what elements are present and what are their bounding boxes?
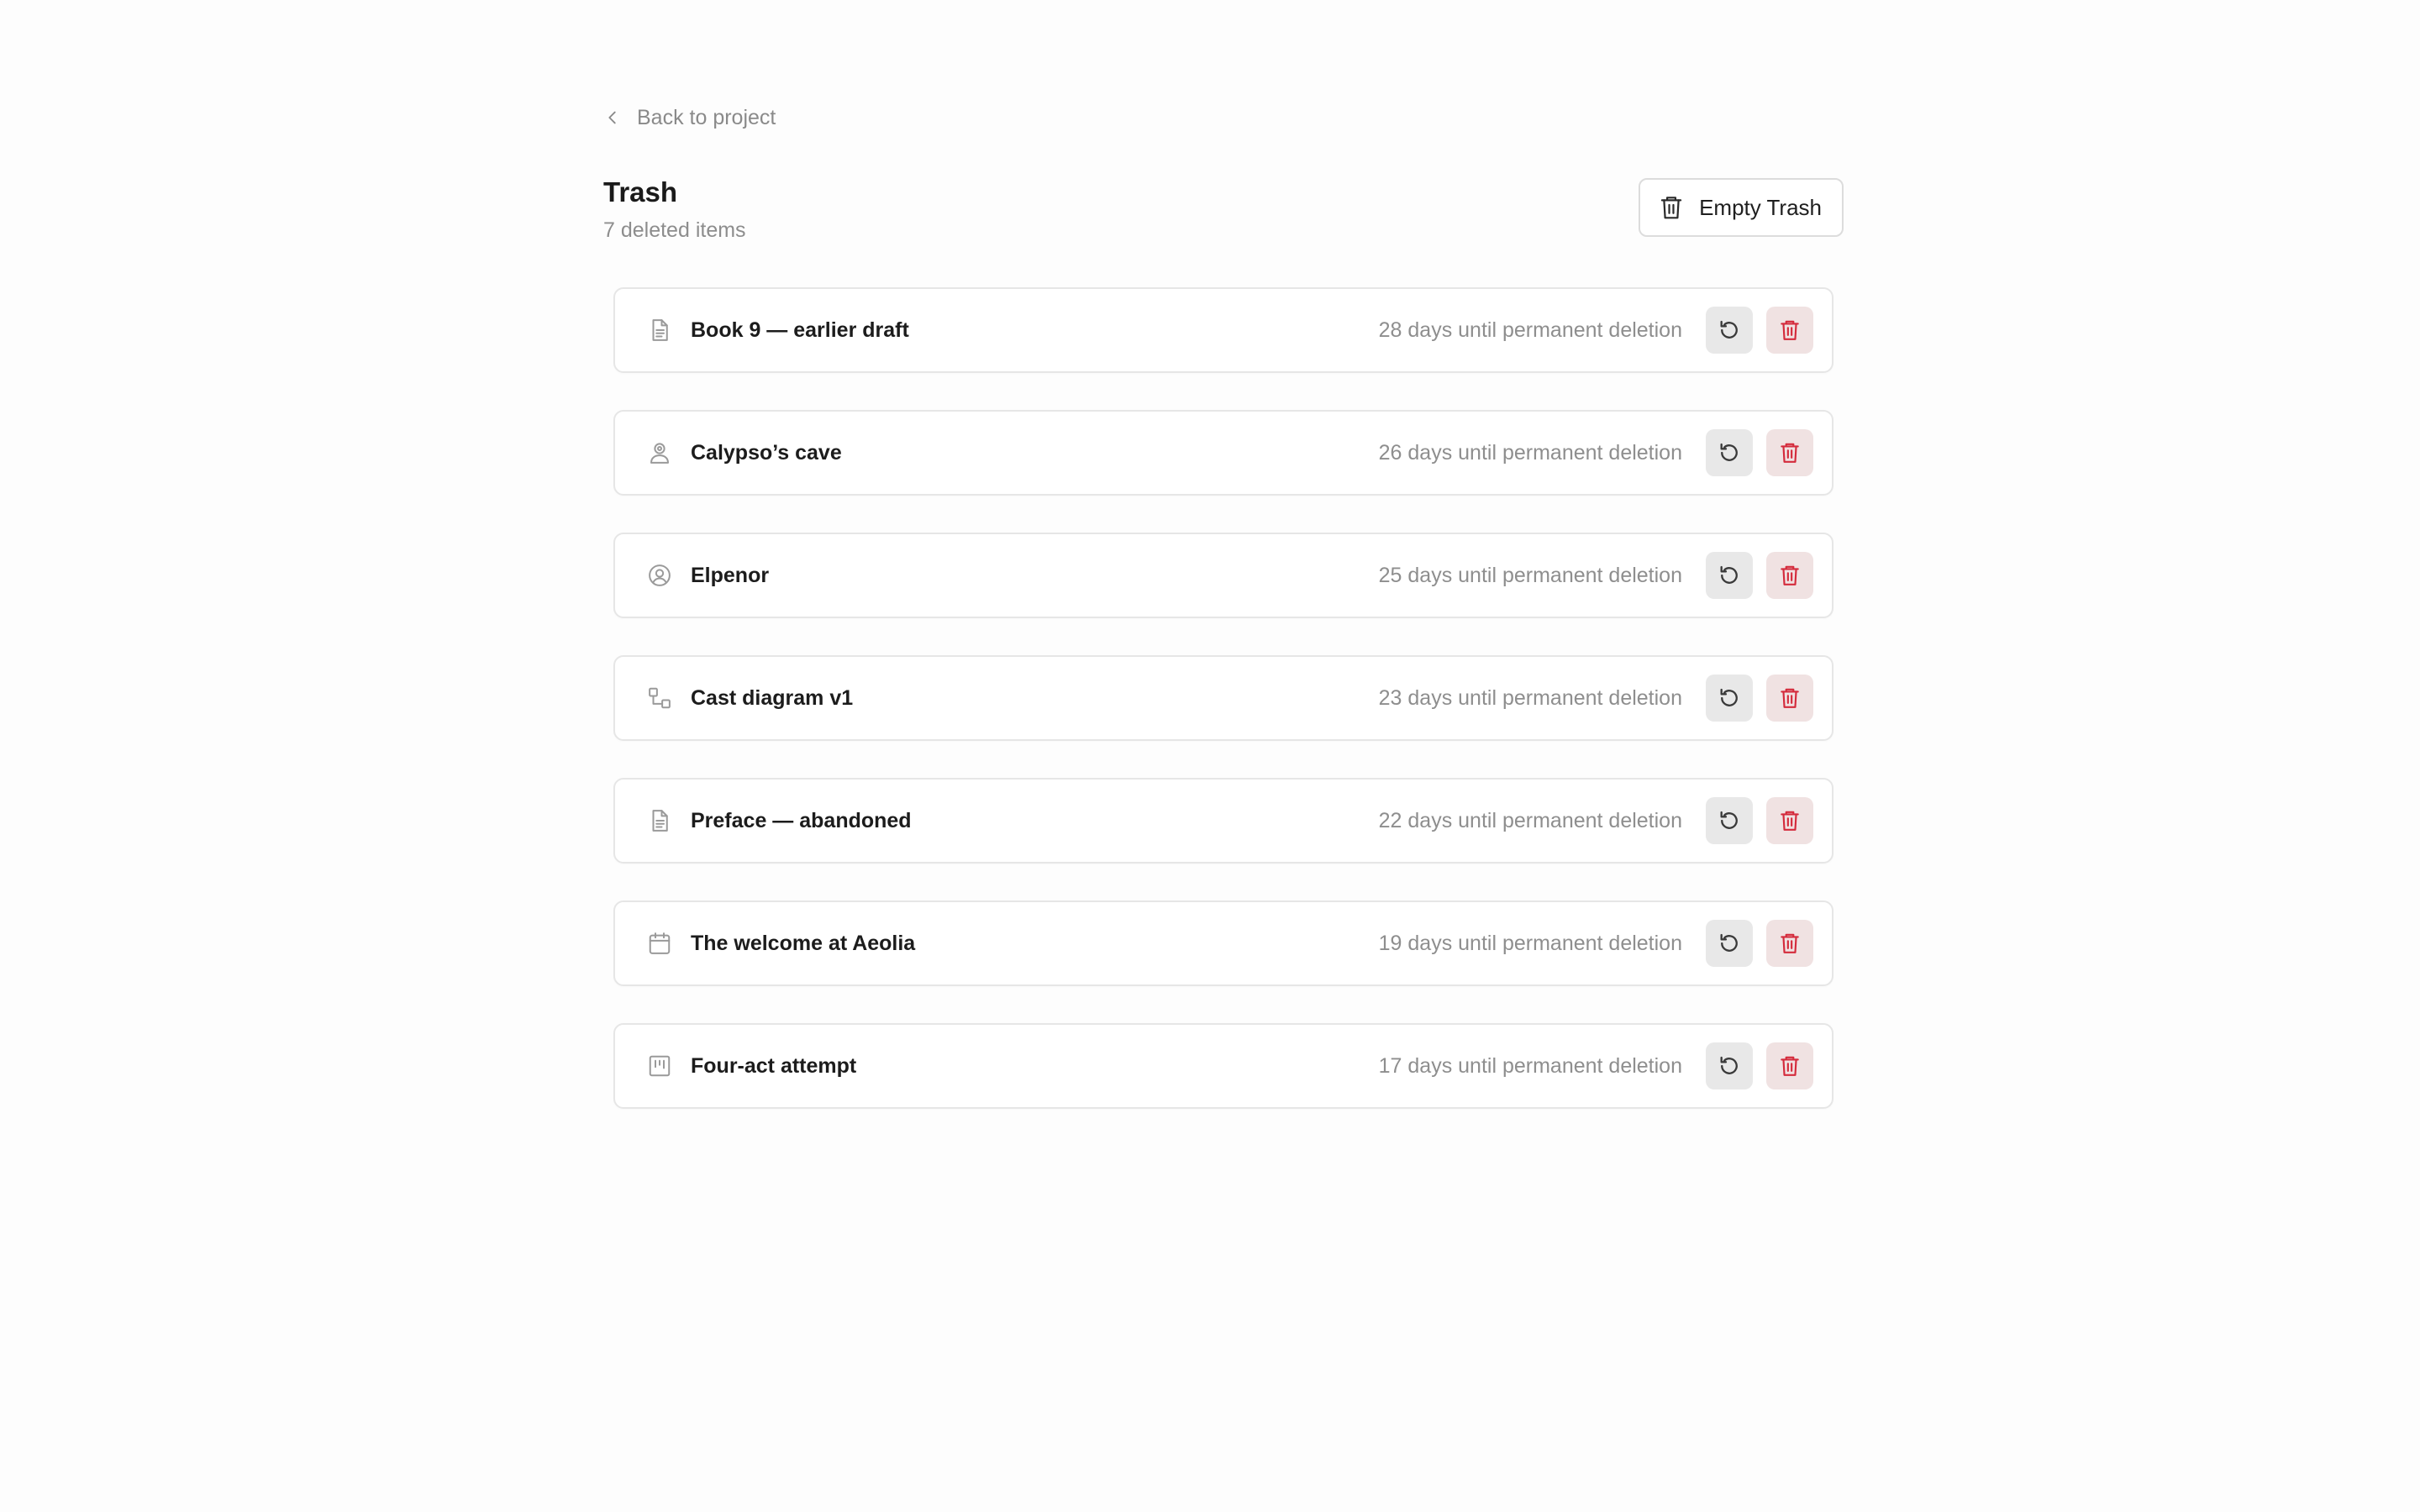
trash-icon	[1781, 320, 1799, 340]
restore-icon	[1720, 1056, 1738, 1074]
trash-list: Book 9 — earlier draft 28 days until per…	[613, 287, 1833, 1109]
restore-icon	[1720, 443, 1738, 461]
trash-item-row: Book 9 — earlier draft 28 days until per…	[613, 287, 1833, 373]
item-name: Elpenor	[691, 563, 770, 587]
restore-icon	[1720, 565, 1738, 584]
trash-icon	[1781, 811, 1799, 831]
restore-button[interactable]	[1706, 797, 1753, 844]
restore-icon	[1720, 320, 1738, 339]
trash-item-row: Elpenor 25 days until permanent deletion	[613, 533, 1833, 618]
item-expiry: 25 days until permanent deletion	[1378, 563, 1682, 587]
chevron-left-icon	[603, 108, 622, 127]
trash-item-row: Four-act attempt 17 days until permanent…	[613, 1023, 1833, 1109]
trash-icon	[1781, 688, 1799, 708]
restore-button[interactable]	[1706, 552, 1753, 599]
restore-button[interactable]	[1706, 307, 1753, 354]
trash-item-row: Calypso’s cave 26 days until permanent d…	[613, 410, 1833, 496]
document-icon	[647, 808, 672, 833]
calendar-icon	[647, 931, 672, 956]
document-icon	[647, 318, 672, 343]
restore-button[interactable]	[1706, 1042, 1753, 1089]
restore-icon	[1720, 811, 1738, 829]
user-circle-icon	[647, 563, 672, 588]
restore-icon	[1720, 933, 1738, 952]
item-name: Four-act attempt	[691, 1053, 857, 1078]
empty-trash-button[interactable]: Empty Trash	[1639, 178, 1844, 237]
back-to-project-link[interactable]: Back to project	[603, 101, 776, 134]
delete-permanently-button[interactable]	[1766, 797, 1813, 844]
diagram-icon	[647, 685, 672, 711]
empty-trash-label: Empty Trash	[1699, 194, 1822, 220]
item-name: Preface — abandoned	[691, 808, 912, 832]
restore-button[interactable]	[1706, 675, 1753, 722]
trash-icon	[1659, 194, 1684, 221]
item-name: Calypso’s cave	[691, 440, 842, 465]
location-person-icon	[647, 440, 672, 465]
item-expiry: 28 days until permanent deletion	[1378, 318, 1682, 342]
item-expiry: 19 days until permanent deletion	[1378, 931, 1682, 955]
back-link-label: Back to project	[637, 105, 776, 129]
delete-permanently-button[interactable]	[1766, 675, 1813, 722]
trash-page: Back to project Trash 7 deleted items Em…	[603, 101, 1844, 1109]
item-expiry: 23 days until permanent deletion	[1378, 685, 1682, 710]
item-expiry: 22 days until permanent deletion	[1378, 808, 1682, 832]
trash-icon	[1781, 1056, 1799, 1076]
item-expiry: 17 days until permanent deletion	[1378, 1053, 1682, 1078]
item-name: Cast diagram v1	[691, 685, 854, 710]
trash-icon	[1781, 565, 1799, 585]
trash-item-row: Cast diagram v1 23 days until permanent …	[613, 655, 1833, 741]
trash-icon	[1781, 443, 1799, 463]
delete-permanently-button[interactable]	[1766, 920, 1813, 967]
trash-item-row: The welcome at Aeolia 19 days until perm…	[613, 900, 1833, 986]
item-name: The welcome at Aeolia	[691, 931, 916, 955]
delete-permanently-button[interactable]	[1766, 307, 1813, 354]
trash-item-row: Preface — abandoned 22 days until perman…	[613, 778, 1833, 864]
restore-button[interactable]	[1706, 429, 1753, 476]
item-name: Book 9 — earlier draft	[691, 318, 909, 342]
restore-button[interactable]	[1706, 920, 1753, 967]
delete-permanently-button[interactable]	[1766, 552, 1813, 599]
restore-icon	[1720, 688, 1738, 706]
item-expiry: 26 days until permanent deletion	[1378, 440, 1682, 465]
delete-permanently-button[interactable]	[1766, 429, 1813, 476]
trash-icon	[1781, 933, 1799, 953]
board-icon	[647, 1053, 672, 1079]
delete-permanently-button[interactable]	[1766, 1042, 1813, 1089]
page-header: Trash 7 deleted items Empty Trash	[603, 178, 1844, 254]
